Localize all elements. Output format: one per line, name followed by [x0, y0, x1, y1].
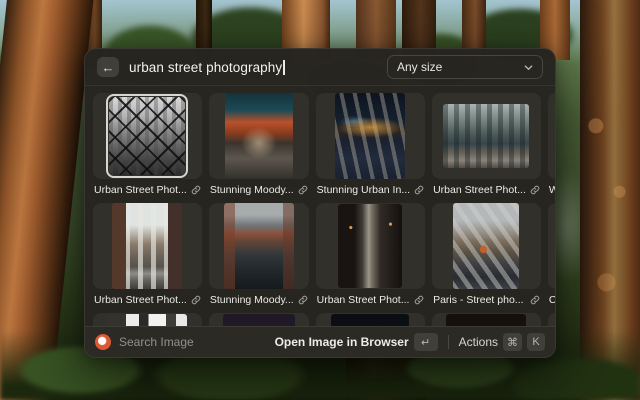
result-item[interactable]: Urban Street Phot... [316, 203, 425, 307]
link-icon [298, 295, 308, 305]
result-thumbnail [112, 203, 182, 289]
size-filter-dropdown[interactable]: Any size [387, 55, 543, 79]
result-item[interactable]: What Is Urban La... [548, 93, 556, 197]
result-item[interactable]: Urban Street Phot... [93, 203, 202, 307]
cmd-key-icon: ⌘ [503, 333, 522, 351]
result-thumbnail [335, 93, 405, 179]
actions-button[interactable]: Actions [459, 335, 498, 349]
k-key-icon: K [527, 333, 545, 351]
result-thumbnail [338, 204, 402, 288]
back-arrow-icon: ← [102, 60, 115, 75]
text-cursor [283, 60, 285, 75]
result-title: Stunning Moody... [210, 184, 294, 196]
back-button[interactable]: ← [97, 57, 119, 77]
image-search-window: ← urban street photography Any size Urba… [84, 48, 556, 358]
redwood-trunk [462, 0, 486, 55]
chevron-down-icon [524, 63, 533, 72]
result-title: City Road Photog... [549, 294, 556, 306]
result-item[interactable]: Stunning Moody... [209, 203, 309, 307]
link-icon [191, 185, 201, 195]
search-header: ← urban street photography Any size [85, 49, 555, 86]
result-item[interactable]: City Road Photog... [548, 203, 556, 307]
result-thumbnail [453, 203, 519, 289]
result-item[interactable]: Stunning Moody... [209, 93, 309, 197]
size-filter-value: Any size [397, 60, 442, 74]
link-icon [530, 185, 540, 195]
result-title: What Is Urban La... [549, 184, 556, 196]
result-title: Urban Street Phot... [433, 184, 526, 196]
result-title: Paris - Street pho... [433, 294, 523, 306]
result-thumbnail [109, 97, 185, 175]
result-item[interactable]: Urban Street Phot... [432, 93, 541, 197]
footer-divider [448, 335, 449, 349]
result-title: Stunning Urban In... [317, 184, 410, 196]
result-item[interactable]: Paris - Street pho... [432, 203, 541, 307]
search-input[interactable]: urban street photography [129, 60, 387, 75]
link-icon [191, 295, 201, 305]
action-bar: Search Image Open Image in Browser ↵ Act… [85, 326, 555, 357]
command-title: Search Image [119, 335, 194, 349]
result-title: Urban Street Phot... [94, 294, 187, 306]
link-icon [414, 185, 424, 195]
search-query-text: urban street photography [129, 60, 282, 75]
return-key-icon: ↵ [414, 333, 438, 351]
link-icon [414, 295, 424, 305]
result-title: Urban Street Phot... [317, 294, 410, 306]
duckduckgo-icon [95, 334, 111, 350]
result-thumbnail [225, 93, 293, 179]
link-icon [298, 185, 308, 195]
link-icon [530, 295, 540, 305]
result-title: Stunning Moody... [210, 294, 294, 306]
primary-action-button[interactable]: Open Image in Browser [275, 335, 409, 349]
result-thumbnail [443, 104, 529, 168]
result-item[interactable]: Urban Street Phot... [93, 93, 202, 197]
result-title: Urban Street Phot... [94, 184, 187, 196]
result-thumbnail [224, 203, 294, 289]
result-item[interactable]: Stunning Urban In... [316, 93, 425, 197]
results-grid: Urban Street Phot... Stunning Moody... S… [85, 86, 555, 358]
